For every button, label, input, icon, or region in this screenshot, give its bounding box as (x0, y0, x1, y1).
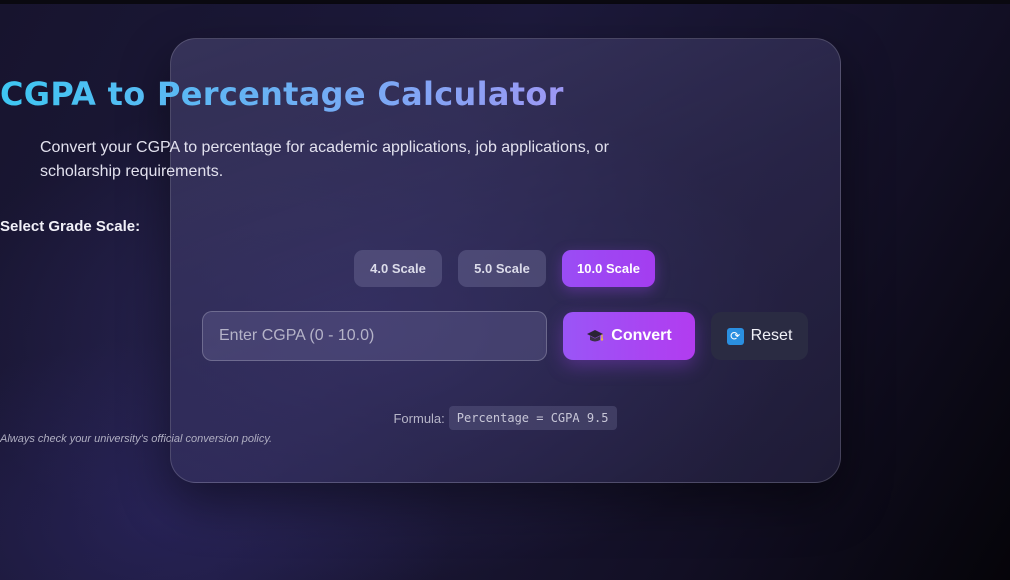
formula-code: Percentage = CGPA 9.5 (448, 406, 617, 430)
formula-prefix: Formula: (393, 410, 445, 426)
graduation-cap-icon (586, 328, 604, 344)
page-subtitle: Convert your CGPA to percentage for acad… (40, 136, 631, 184)
reset-button[interactable]: ⟳ Reset (711, 312, 808, 360)
cgpa-input[interactable] (202, 311, 547, 361)
scale-button-5[interactable]: 5.0 Scale (458, 250, 546, 287)
formula-row: Formula: Percentage = CGPA 9.5 (0, 406, 1010, 430)
subtitle-line-1: Convert your CGPA to percentage for acad… (40, 139, 609, 156)
page-title: CGPA to Percentage Calculator (0, 74, 1010, 114)
scale-button-10[interactable]: 10.0 Scale (562, 250, 655, 287)
convert-button[interactable]: Convert (563, 312, 695, 360)
browser-top-bar (0, 0, 1010, 4)
subtitle-line-2: scholarship requirements. (40, 163, 224, 180)
scale-button-4[interactable]: 4.0 Scale (354, 250, 442, 287)
convert-label: Convert (611, 327, 672, 344)
disclaimer-note: Always check your university's official … (0, 433, 273, 445)
reset-label: Reset (750, 327, 793, 344)
refresh-icon: ⟳ (726, 327, 744, 345)
grade-scale-label: Select Grade Scale: (0, 218, 141, 235)
